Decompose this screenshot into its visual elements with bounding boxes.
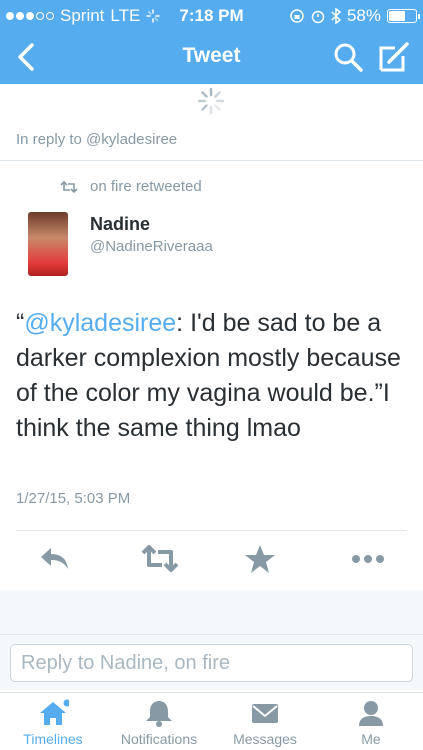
tweet-text: “@kyladesiree: I'd be sad to be a darker… (16, 306, 411, 446)
retweet-small-icon (60, 180, 78, 193)
compose-button[interactable] (377, 40, 411, 74)
retweet-icon (141, 545, 179, 572)
retweeted-by-label: on fire retweeted (90, 178, 202, 195)
nav-bar: Tweet (0, 30, 423, 84)
retweet-context: on fire retweeted (60, 178, 202, 195)
lock-rotation-icon (290, 9, 304, 23)
reply-area (0, 590, 423, 690)
reply-icon (41, 548, 68, 569)
more-button[interactable] (350, 544, 390, 576)
tab-label: Me (361, 731, 381, 747)
avatar[interactable] (28, 212, 68, 276)
bell-icon (146, 701, 172, 727)
status-bar: Sprint LTE 7:18 PM 58% (0, 0, 423, 30)
loading-spinner-icon (197, 87, 225, 115)
author-handle[interactable]: @NadineRiveraaa (90, 238, 213, 255)
tab-me[interactable]: Me (318, 693, 423, 750)
alarm-icon (311, 10, 325, 24)
envelope-icon (252, 704, 278, 723)
tweet-timestamp: 1/27/15, 5:03 PM (16, 490, 131, 507)
tab-messages[interactable]: Messages (212, 693, 318, 750)
search-icon (334, 43, 363, 72)
reply-context-link[interactable]: In reply to @kyladesiree (16, 131, 177, 148)
battery-fill (389, 11, 406, 21)
star-icon (245, 545, 275, 573)
tab-label: Messages (233, 731, 297, 747)
bluetooth-icon (331, 8, 341, 24)
tab-bar: Timelines Notifications Messages Me (0, 692, 423, 750)
compose-icon (379, 42, 409, 72)
favorite-button[interactable] (244, 544, 284, 576)
reply-button[interactable] (38, 544, 78, 576)
divider (16, 530, 407, 531)
tab-label: Notifications (120, 731, 198, 747)
status-right: 58% (289, 6, 420, 26)
battery-percent: 58% (346, 6, 381, 25)
battery-icon (387, 9, 420, 23)
tab-label: Timelines (23, 731, 83, 747)
tweet-actions (0, 532, 423, 590)
search-button[interactable] (331, 40, 365, 74)
divider (0, 634, 423, 635)
author-name[interactable]: Nadine (90, 214, 150, 235)
retweet-button[interactable] (140, 544, 180, 576)
tab-notifications[interactable]: Notifications (106, 693, 212, 750)
divider (0, 160, 423, 161)
home-icon (40, 699, 69, 725)
person-icon (359, 701, 383, 726)
tab-timelines[interactable]: Timelines (0, 693, 106, 750)
reply-input[interactable] (10, 644, 413, 682)
mention-link[interactable]: @kyladesiree (24, 309, 176, 337)
more-icon (352, 555, 384, 563)
